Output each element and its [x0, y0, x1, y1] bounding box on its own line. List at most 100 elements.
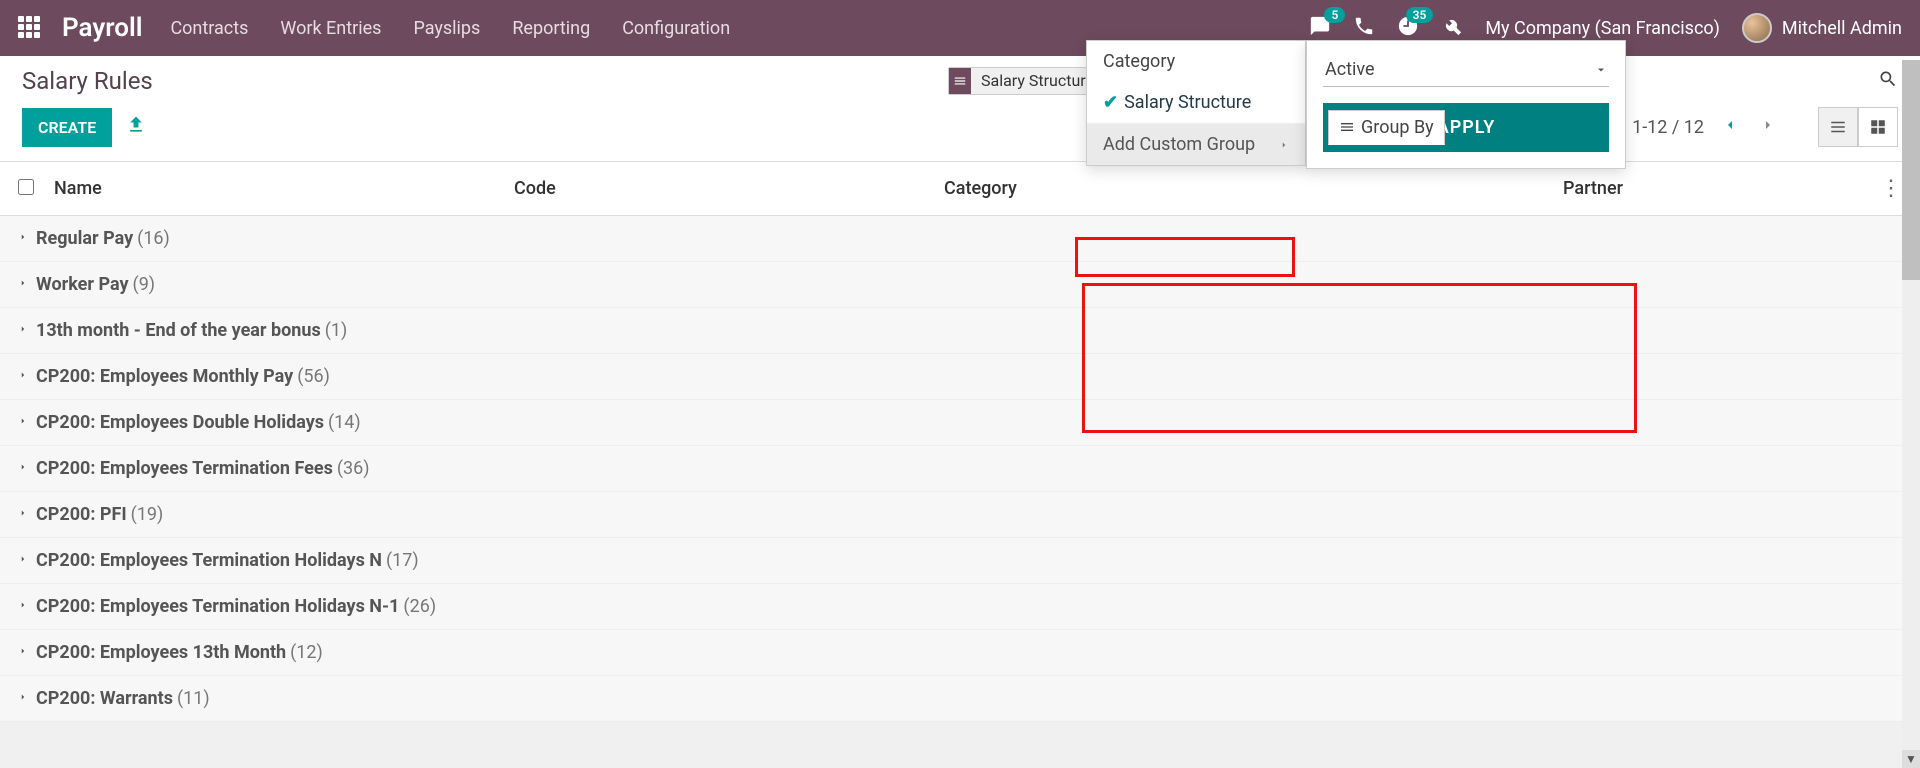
group-count: (19)	[131, 504, 164, 525]
group-label: CP200: Employees Double Holidays	[36, 412, 324, 433]
col-more-icon[interactable]: ⋮	[1872, 176, 1902, 201]
control-panel: Salary Rules Salary Structure × CREATE F…	[0, 56, 1920, 162]
col-category[interactable]: Category	[944, 178, 1314, 199]
groupby-option-label: Salary Structure	[1124, 92, 1251, 113]
group-label: Regular Pay	[36, 228, 133, 249]
caret-right-icon	[18, 275, 28, 294]
col-partner[interactable]: Partner	[1314, 178, 1872, 199]
pager: 1-12 / 12	[1632, 113, 1780, 141]
nav-payslips[interactable]: Payslips	[413, 18, 480, 39]
groupby-option-category[interactable]: Category	[1087, 41, 1305, 82]
nav-work-entries[interactable]: Work Entries	[280, 18, 381, 39]
caret-right-icon	[18, 321, 28, 340]
caret-right-icon	[18, 459, 28, 478]
activity-icon[interactable]: 35	[1397, 15, 1419, 41]
group-count: (12)	[290, 642, 323, 663]
view-switch	[1818, 107, 1898, 147]
groupby-label: Group By	[1361, 117, 1434, 138]
group-row[interactable]: CP200: Employees Termination Holidays N …	[0, 538, 1920, 584]
tools-icon[interactable]	[1441, 15, 1463, 41]
group-label: Worker Pay	[36, 274, 129, 295]
user-name: Mitchell Admin	[1782, 18, 1902, 39]
top-nav: Payroll Contracts Work Entries Payslips …	[0, 0, 1920, 56]
group-label: CP200: PFI	[36, 504, 127, 525]
topnav-right: 5 35 My Company (San Francisco) Mitchell…	[1309, 13, 1902, 43]
user-menu[interactable]: Mitchell Admin	[1742, 13, 1902, 43]
group-row[interactable]: CP200: Employees 13th Month (12)	[0, 630, 1920, 676]
caret-right-icon	[18, 689, 28, 708]
page-title: Salary Rules	[22, 67, 153, 95]
group-label: CP200: Employees Termination Fees	[36, 458, 333, 479]
select-all-cell	[18, 179, 54, 199]
add-custom-group[interactable]: Add Custom Group	[1087, 124, 1305, 165]
caret-right-icon	[18, 413, 28, 432]
group-row[interactable]: CP200: Employees Monthly Pay (56)	[0, 354, 1920, 400]
nav-contracts[interactable]: Contracts	[170, 18, 248, 39]
nav-reporting[interactable]: Reporting	[512, 18, 590, 39]
group-label: CP200: Employees 13th Month	[36, 642, 286, 663]
pager-next-icon[interactable]	[1756, 113, 1780, 141]
group-count: (26)	[403, 596, 436, 617]
search-icon[interactable]	[1878, 69, 1898, 93]
caret-right-icon	[18, 505, 28, 524]
group-label: CP200: Employees Monthly Pay	[36, 366, 293, 387]
group-count: (11)	[177, 688, 210, 709]
custom-group-panel: Active APPLY	[1306, 40, 1626, 169]
groupby-dropdown: Category ✔ Salary Structure Add Custom Gr…	[1086, 40, 1306, 166]
group-count: (56)	[297, 366, 330, 387]
nav-configuration[interactable]: Configuration	[622, 18, 730, 39]
pager-text: 1-12 / 12	[1632, 117, 1704, 138]
caret-right-icon	[18, 551, 28, 570]
phone-icon[interactable]	[1353, 15, 1375, 41]
group-label: CP200: Employees Termination Holidays N	[36, 550, 382, 571]
table-header: Name Code Category Partner ⋮	[0, 162, 1920, 216]
chevron-down-icon	[1595, 64, 1607, 76]
app-brand[interactable]: Payroll	[62, 13, 142, 43]
col-code[interactable]: Code	[514, 178, 944, 199]
select-all-checkbox[interactable]	[18, 179, 34, 195]
groupby-option-salary-structure[interactable]: ✔ Salary Structure	[1087, 82, 1305, 123]
group-count: (17)	[386, 550, 419, 571]
chevron-right-icon	[1279, 138, 1289, 152]
add-custom-label: Add Custom Group	[1103, 134, 1255, 155]
group-row[interactable]: Worker Pay (9)	[0, 262, 1920, 308]
check-icon: ✔	[1103, 92, 1118, 113]
group-row[interactable]: CP200: Employees Double Holidays (14)	[0, 400, 1920, 446]
list-view-icon[interactable]	[1818, 107, 1858, 147]
group-count: (16)	[137, 228, 170, 249]
group-row[interactable]: CP200: Warrants (11)	[0, 676, 1920, 722]
group-rows: Regular Pay (16)Worker Pay (9)13th month…	[0, 216, 1920, 722]
vertical-scrollbar[interactable]: ▲ ▼	[1902, 60, 1920, 768]
custom-group-field-select[interactable]: Active	[1323, 53, 1609, 87]
scroll-down-icon[interactable]: ▼	[1902, 750, 1920, 768]
groupby-facet-icon	[949, 68, 971, 94]
groupby-toggle[interactable]: Group By	[1328, 110, 1445, 145]
scrollbar-thumb[interactable]	[1902, 60, 1920, 280]
caret-right-icon	[18, 597, 28, 616]
chat-icon[interactable]: 5	[1309, 15, 1331, 41]
create-button[interactable]: CREATE	[22, 108, 112, 147]
apps-icon[interactable]	[18, 16, 42, 40]
facet-label: Salary Structure	[971, 71, 1104, 90]
kanban-view-icon[interactable]	[1858, 107, 1898, 147]
group-row[interactable]: CP200: Employees Termination Holidays N-…	[0, 584, 1920, 630]
caret-right-icon	[18, 229, 28, 248]
group-row[interactable]: CP200: PFI (19)	[0, 492, 1920, 538]
group-row[interactable]: Regular Pay (16)	[0, 216, 1920, 262]
caret-right-icon	[18, 643, 28, 662]
group-count: (14)	[328, 412, 361, 433]
col-name[interactable]: Name	[54, 178, 514, 199]
import-icon[interactable]	[126, 115, 146, 139]
group-count: (1)	[325, 320, 348, 341]
group-label: 13th month - End of the year bonus	[36, 320, 321, 341]
group-row[interactable]: CP200: Employees Termination Fees (36)	[0, 446, 1920, 492]
activity-badge: 35	[1406, 7, 1434, 23]
group-row[interactable]: 13th month - End of the year bonus (1)	[0, 308, 1920, 354]
group-label: CP200: Warrants	[36, 688, 173, 709]
custom-group-field-label: Active	[1325, 59, 1375, 80]
company-selector[interactable]: My Company (San Francisco)	[1485, 18, 1720, 39]
avatar	[1742, 13, 1772, 43]
group-count: (36)	[337, 458, 370, 479]
caret-right-icon	[18, 367, 28, 386]
pager-prev-icon[interactable]	[1718, 113, 1742, 141]
